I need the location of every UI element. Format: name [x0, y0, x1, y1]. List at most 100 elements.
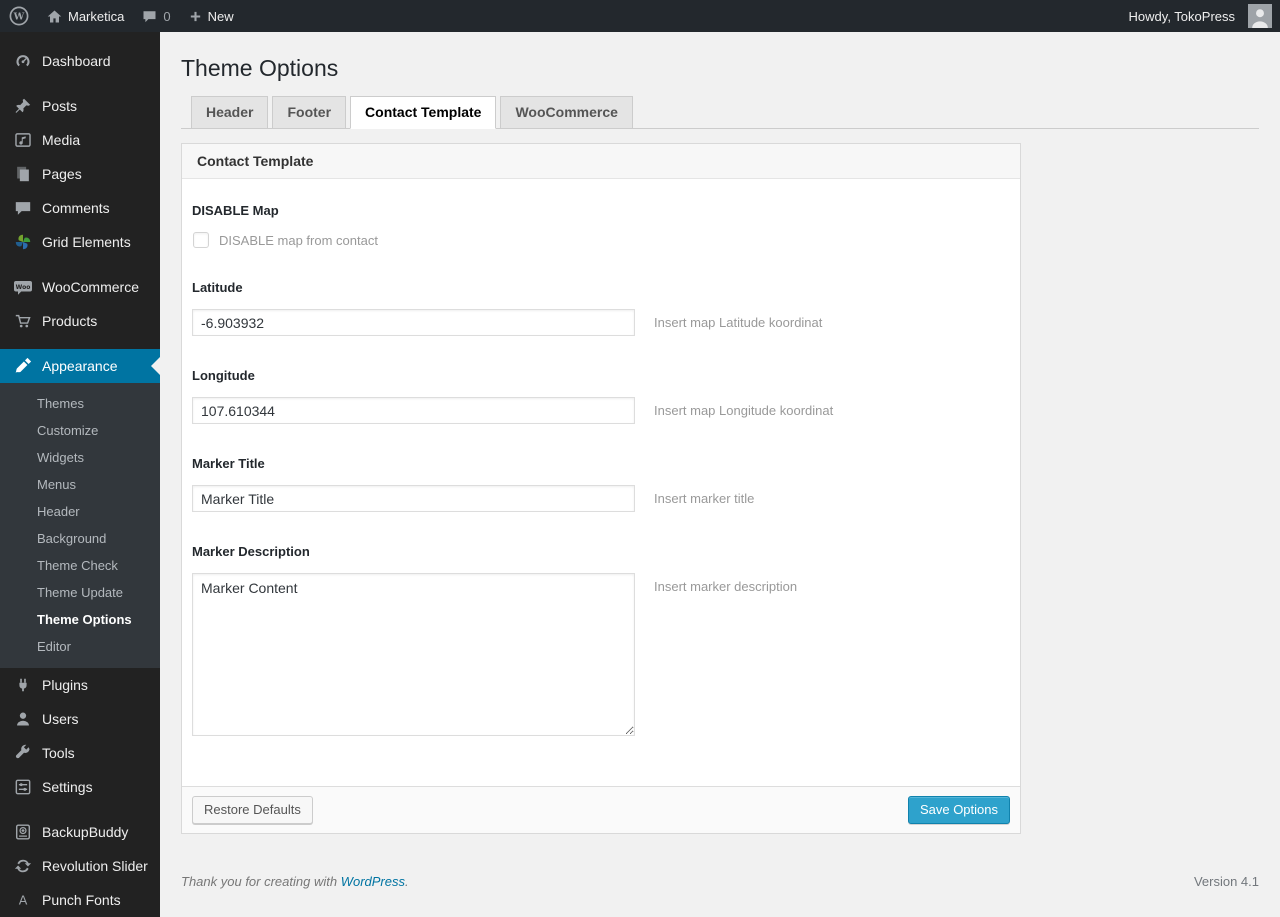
- sidebar-item-plugins[interactable]: Plugins: [0, 668, 160, 702]
- home-icon: [47, 9, 62, 24]
- sidebar-item-label: Posts: [42, 98, 78, 114]
- sidebar-item-label: Pages: [42, 166, 82, 182]
- sidebar-item-backupbuddy[interactable]: BackupBuddy: [0, 815, 160, 849]
- appearance-submenu: Themes Customize Widgets Menus Header Backgro…: [0, 383, 160, 668]
- paintbrush-icon: [13, 357, 33, 375]
- sidebar-item-posts[interactable]: Posts: [0, 89, 160, 123]
- field-longitude: Longitude Insert map Longitude koordinat: [192, 368, 1010, 424]
- field-row: Insert map Latitude koordinat: [192, 309, 1010, 336]
- submenu-item-header[interactable]: Header: [0, 498, 160, 525]
- svg-text:W: W: [13, 12, 25, 23]
- sidebar-item-settings[interactable]: Settings: [0, 770, 160, 804]
- field-label: Marker Title: [192, 456, 265, 471]
- sidebar-item-tools[interactable]: Tools: [0, 736, 160, 770]
- cart-icon: [13, 312, 33, 330]
- admin-bar: W Marketica 0 New Howdy, TokoPress: [0, 0, 1280, 32]
- checkbox-row: DISABLE map from contact: [192, 232, 1010, 248]
- footer-thanks-period: .: [405, 874, 409, 889]
- backupbuddy-icon: [13, 823, 33, 841]
- howdy-text: Howdy, TokoPress: [1128, 8, 1235, 24]
- page-title: Theme Options: [181, 55, 339, 81]
- panel-footer: Restore Defaults Save Options: [182, 786, 1020, 833]
- revolution-slider-icon: [13, 857, 33, 875]
- admin-bar-right: Howdy, TokoPress: [1120, 0, 1280, 32]
- tab-contact-template[interactable]: Contact Template: [350, 96, 497, 129]
- sidebar-item-label: Punch Fonts: [42, 892, 121, 908]
- sidebar-item-pages[interactable]: Pages: [0, 157, 160, 191]
- wordpress-link[interactable]: WordPress: [341, 874, 405, 889]
- wordpress-admin: W Marketica 0 New Howdy, TokoPress Dashb…: [0, 0, 1280, 917]
- submenu-item-themes[interactable]: Themes: [0, 390, 160, 417]
- submenu-item-theme-update[interactable]: Theme Update: [0, 579, 160, 606]
- submenu-item-customize[interactable]: Customize: [0, 417, 160, 444]
- plug-icon: [13, 676, 33, 694]
- panel-body: DISABLE Map DISABLE map from contact Latit…: [182, 179, 1020, 786]
- longitude-input[interactable]: [192, 397, 635, 424]
- sidebar-item-label: Comments: [42, 200, 110, 216]
- sidebar-item-products[interactable]: Products: [0, 304, 160, 338]
- field-marker-title: Marker Title Insert marker title: [192, 456, 1010, 512]
- theme-options-panel: Contact Template DISABLE Map DISABLE map …: [181, 143, 1021, 834]
- field-disable-map: DISABLE Map DISABLE map from contact: [192, 203, 1010, 248]
- marker-description-textarea[interactable]: Marker Content: [192, 573, 635, 736]
- checkbox-label: DISABLE map from contact: [219, 232, 378, 248]
- submenu-item-editor[interactable]: Editor: [0, 633, 160, 660]
- sidebar-item-label: Tools: [42, 745, 75, 761]
- howdy-link[interactable]: Howdy, TokoPress: [1120, 0, 1272, 32]
- admin-bar-left: W Marketica 0 New: [0, 0, 243, 32]
- svg-text:Woo: Woo: [16, 284, 31, 291]
- wp-logo-button[interactable]: W: [0, 0, 38, 32]
- sidebar-item-label: WooCommerce: [42, 279, 139, 295]
- new-label: New: [207, 8, 234, 24]
- submenu-item-widgets[interactable]: Widgets: [0, 444, 160, 471]
- sidebar-item-grid-elements[interactable]: Grid Elements: [0, 225, 160, 259]
- sidebar-item-label: Products: [42, 313, 98, 329]
- submenu-item-menus[interactable]: Menus: [0, 471, 160, 498]
- sidebar-item-label: Dashboard: [42, 53, 111, 69]
- footer-thanks: Thank you for creating with WordPress.: [181, 874, 409, 889]
- new-content-link[interactable]: New: [180, 0, 243, 32]
- sidebar-item-users[interactable]: Users: [0, 702, 160, 736]
- wrench-icon: [13, 744, 33, 762]
- comments-icon: [13, 199, 33, 217]
- tab-woocommerce[interactable]: WooCommerce: [500, 96, 633, 128]
- restore-defaults-button[interactable]: Restore Defaults: [192, 796, 313, 824]
- tab-footer[interactable]: Footer: [272, 96, 347, 128]
- sidebar-item-woocommerce[interactable]: Woo WooCommerce: [0, 270, 160, 304]
- sidebar-item-revolution-slider[interactable]: Revolution Slider: [0, 849, 160, 883]
- woocommerce-icon: Woo: [13, 277, 33, 297]
- sidebar-item-label: Settings: [42, 779, 93, 795]
- save-options-button[interactable]: Save Options: [907, 796, 1010, 824]
- sidebar-item-comments[interactable]: Comments: [0, 191, 160, 225]
- tab-header[interactable]: Header: [191, 96, 269, 128]
- dashboard-icon: [13, 52, 33, 70]
- comments-link[interactable]: 0: [133, 0, 179, 32]
- pages-icon: [13, 165, 33, 183]
- sidebar-item-dashboard[interactable]: Dashboard: [0, 44, 160, 78]
- sidebar-item-appearance[interactable]: Appearance: [0, 349, 160, 383]
- site-name: Marketica: [68, 8, 125, 24]
- submenu-item-background[interactable]: Background: [0, 525, 160, 552]
- field-description: Insert map Latitude koordinat: [654, 315, 823, 330]
- submenu-item-theme-check[interactable]: Theme Check: [0, 552, 160, 579]
- submenu-item-theme-options[interactable]: Theme Options: [0, 606, 160, 633]
- settings-icon: [13, 778, 33, 796]
- grid-elements-icon: [13, 233, 33, 251]
- admin-sidebar: Dashboard Posts Media Pages Comments Grid Ele…: [0, 32, 160, 917]
- comment-bubble-icon: [142, 9, 157, 24]
- latitude-input[interactable]: [192, 309, 635, 336]
- field-label: DISABLE Map: [192, 203, 279, 218]
- field-description: Insert marker title: [654, 491, 755, 506]
- marker-title-input[interactable]: [192, 485, 635, 512]
- field-description: Insert map Longitude koordinat: [654, 403, 834, 418]
- sidebar-item-media[interactable]: Media: [0, 123, 160, 157]
- field-label: Marker Description: [192, 544, 310, 559]
- sidebar-item-punch-fonts[interactable]: A Punch Fonts: [0, 883, 160, 917]
- disable-map-checkbox[interactable]: [193, 232, 209, 248]
- site-name-link[interactable]: Marketica: [38, 0, 133, 32]
- sidebar-item-label: Media: [42, 132, 81, 148]
- tabs-bar: Header Footer Contact Template WooCommerce: [181, 96, 1259, 129]
